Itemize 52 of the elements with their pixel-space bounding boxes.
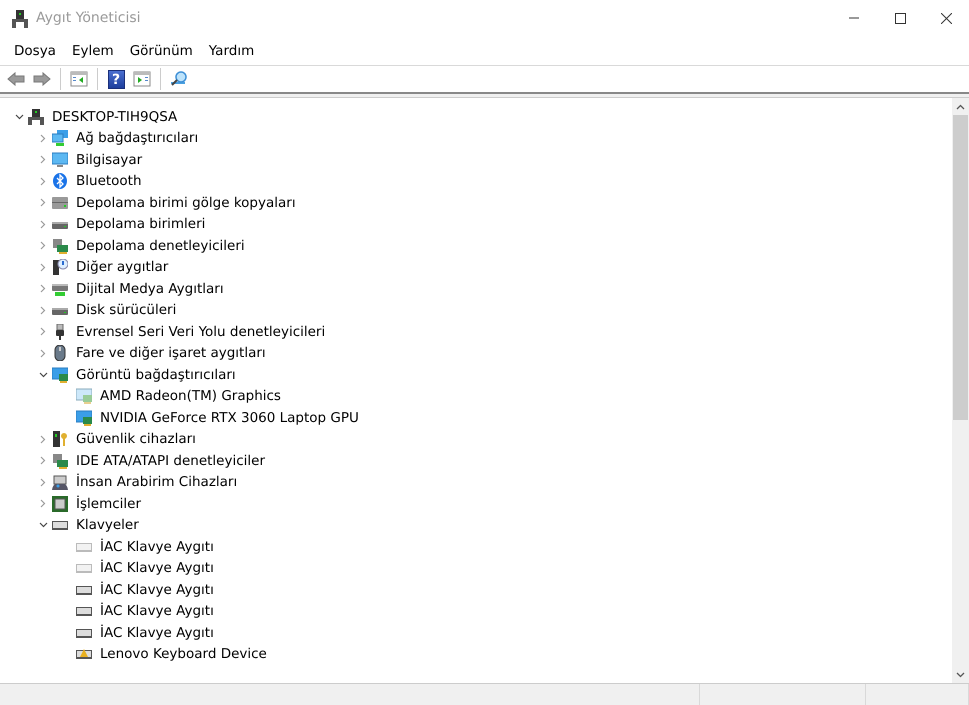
tree-item-label[interactable]: İAC Klavye Aygıtı <box>98 580 216 600</box>
tree-item-label[interactable]: Bluetooth <box>74 171 144 192</box>
tree-item-label[interactable]: Ağ bağdaştırıcıları <box>74 128 200 148</box>
tree-item-label[interactable]: Fare ve diğer işaret aygıtları <box>74 343 268 364</box>
mouse-icon <box>52 345 68 362</box>
unknown-device-icon <box>52 259 68 276</box>
security-device-icon <box>52 431 68 448</box>
menu-item[interactable]: Görünüm <box>122 38 201 64</box>
tree-item-label[interactable]: İşlemciler <box>74 494 144 514</box>
scrollbar[interactable] <box>952 98 969 683</box>
tree-item-label[interactable]: Klavyeler <box>74 515 141 536</box>
tree-item-label[interactable]: İAC Klavye Aygıtı <box>98 558 216 578</box>
tree-item-label[interactable]: Dijital Medya Aygıtları <box>74 278 226 299</box>
tree-item-label[interactable]: Disk sürücüleri <box>74 300 178 320</box>
tree-item-label[interactable]: Depolama birimi gölge kopyaları <box>74 192 298 213</box>
window-title: Aygıt Yöneticisi <box>36 9 141 28</box>
tree-item-label[interactable]: Evrensel Seri Veri Yolu denetleyicileri <box>74 322 328 342</box>
menu-item[interactable]: Dosya <box>6 38 64 64</box>
input-device-icon <box>52 474 68 490</box>
tree-item-label[interactable]: Diğer aygıtlar <box>74 257 170 278</box>
network-icon <box>52 130 68 146</box>
monitor-icon <box>52 152 68 168</box>
tree-item-label[interactable]: DESKTOP-TIH9QSA <box>50 106 180 127</box>
drive-icon <box>52 194 68 211</box>
processor-icon <box>52 496 68 512</box>
controller-icon <box>52 452 68 469</box>
menu-item[interactable]: Eylem <box>64 38 122 64</box>
tree-item-label[interactable]: IDE ATA/ATAPI denetleyiciler <box>74 450 268 471</box>
computer-icon <box>28 108 44 125</box>
tree-item-label[interactable]: Lenovo Keyboard Device <box>98 644 269 664</box>
app-icon <box>12 10 28 28</box>
tree-item-label[interactable]: Görüntü bağdaştırıcıları <box>74 364 238 385</box>
close-icon <box>940 13 952 24</box>
tree-item-label[interactable]: İAC Klavye Aygıtı <box>98 536 216 557</box>
tree-item-label[interactable]: İAC Klavye Aygıtı <box>98 622 216 643</box>
tree-item-label[interactable]: Bilgisayar <box>74 150 144 170</box>
maximize-icon <box>894 13 906 24</box>
tree-item-label[interactable]: Depolama denetleyicileri <box>74 236 247 256</box>
scroll-up-icon <box>956 104 965 110</box>
menu-item[interactable]: Yardım <box>200 38 262 64</box>
scroll-down-icon <box>956 672 965 678</box>
tree-item-label[interactable]: NVIDIA GeForce RTX 3060 Laptop GPU <box>98 408 361 428</box>
tree-item-label[interactable]: İAC Klavye Aygıtı <box>98 601 216 622</box>
display-adapter-icon <box>76 388 92 404</box>
tree-item-label[interactable]: Depolama birimleri <box>74 214 208 234</box>
bluetooth-icon <box>52 173 68 190</box>
controller-icon <box>52 238 68 254</box>
tree-item-label[interactable]: İnsan Arabirim Cihazları <box>74 472 240 492</box>
display-adapter-icon <box>76 410 92 426</box>
display-adapter-icon <box>52 366 68 383</box>
tree-item-label[interactable]: Güvenlik cihazları <box>74 429 198 450</box>
tree-item-label[interactable]: AMD Radeon(TM) Graphics <box>98 386 283 406</box>
